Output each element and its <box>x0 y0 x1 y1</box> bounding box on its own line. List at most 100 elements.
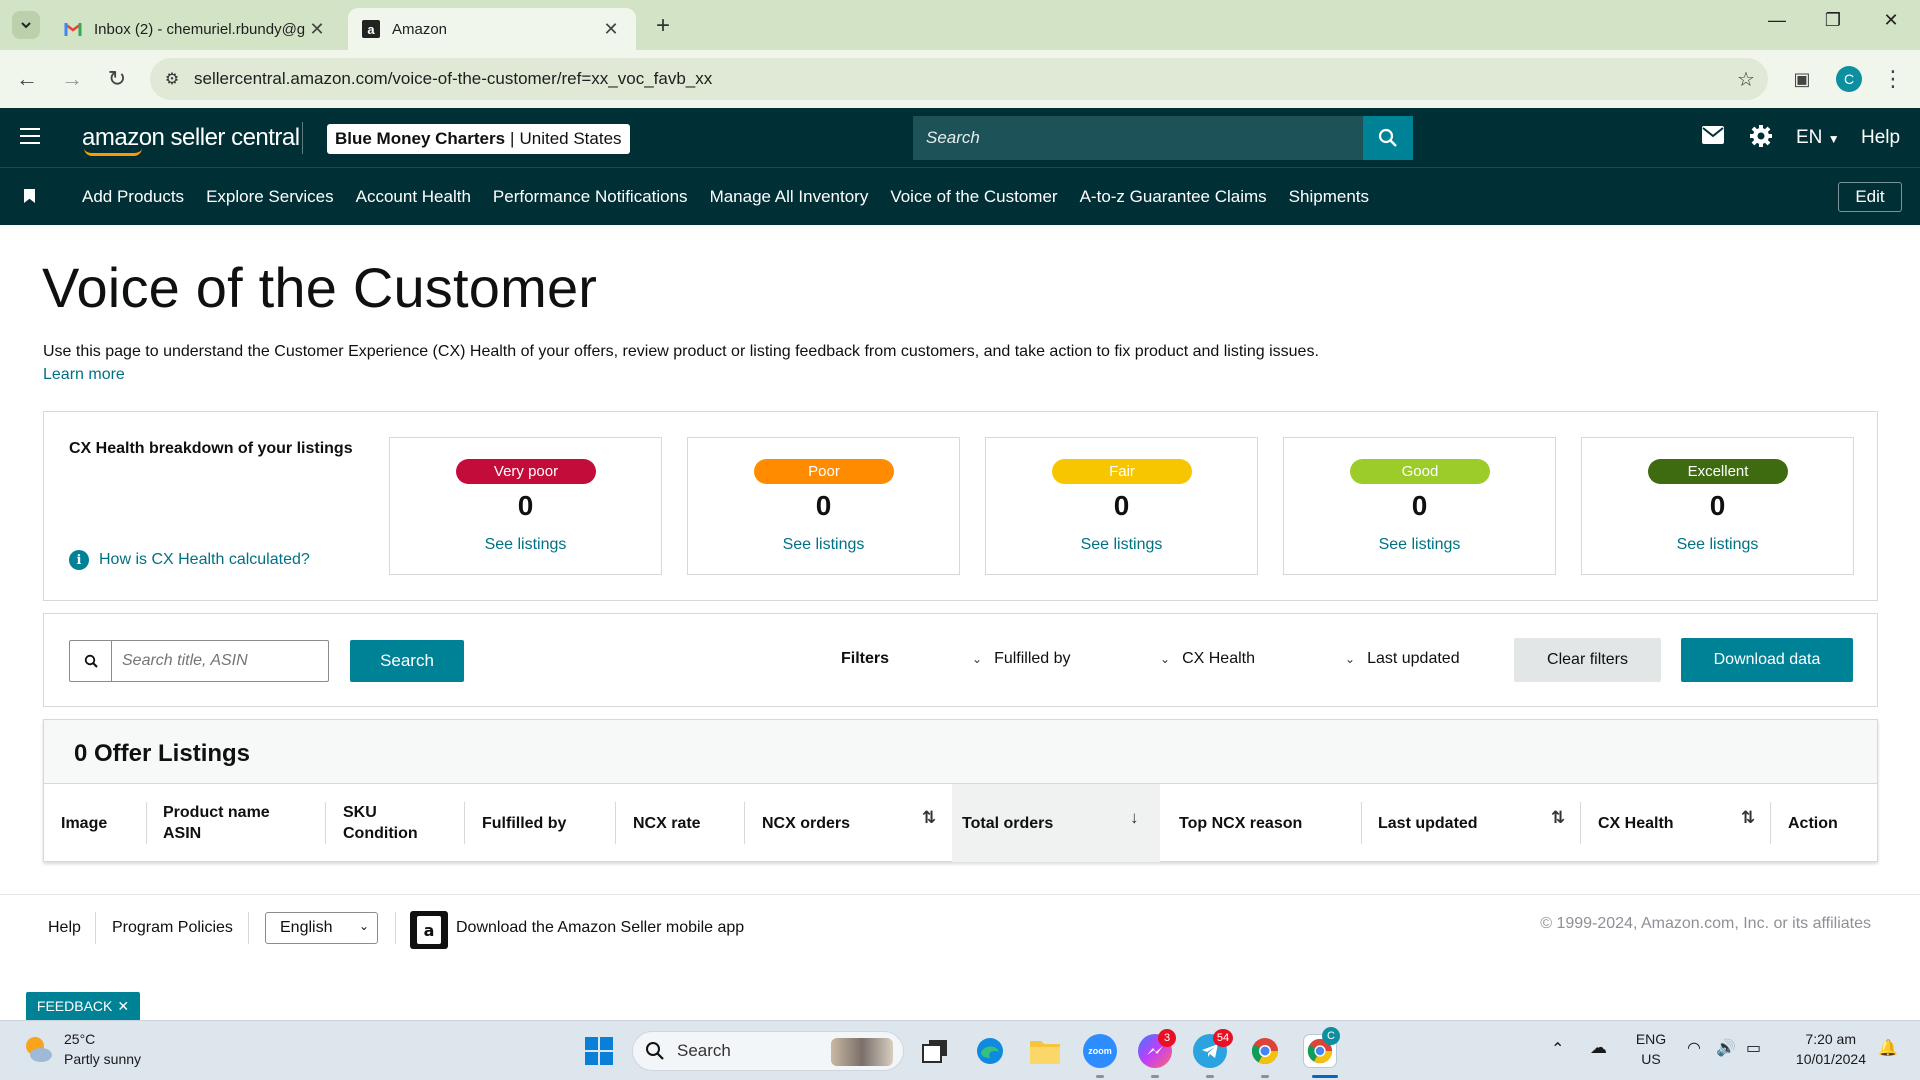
bookmark-icon[interactable] <box>24 189 35 203</box>
browser-menu-icon[interactable]: ⋮ <box>1878 64 1908 94</box>
sort-icon[interactable]: ⇅ <box>1551 808 1565 828</box>
edit-nav-button[interactable]: Edit <box>1838 182 1902 212</box>
sort-icon[interactable]: ⇅ <box>1741 808 1755 828</box>
bookmark-star-icon[interactable]: ☆ <box>1724 67 1768 92</box>
weather-temp[interactable]: 25°C <box>64 1031 95 1047</box>
tab-gmail[interactable]: Inbox (2) - chemuriel.rbundy@g ✕ <box>50 8 342 50</box>
clock-date[interactable]: 10/01/2024 <box>1776 1051 1866 1067</box>
language-selector[interactable]: EN ▼ <box>1796 127 1840 149</box>
side-panel-icon[interactable]: ▣ <box>1787 64 1817 94</box>
cx-health-filter[interactable]: ⌄ CX Health <box>1160 650 1255 668</box>
running-indicator <box>1096 1075 1104 1078</box>
profile-avatar[interactable]: C <box>1836 66 1862 92</box>
close-window-icon[interactable]: ✕ <box>1876 10 1906 31</box>
see-listings-link[interactable]: See listings <box>390 536 661 554</box>
minimize-icon[interactable]: — <box>1762 10 1792 31</box>
tab-search-dropdown[interactable] <box>12 11 40 39</box>
cx-badge: Poor <box>754 459 894 484</box>
profile-badge: C <box>1322 1027 1340 1045</box>
close-tab-icon[interactable]: ✕ <box>306 19 328 40</box>
divider: | <box>510 129 515 148</box>
battery-icon[interactable]: ▭ <box>1746 1038 1761 1058</box>
back-button[interactable]: ← <box>12 64 42 94</box>
cx-count: 0 <box>517 490 534 521</box>
filter-label: Fulfilled by <box>994 650 1071 667</box>
nav-performance-notifications[interactable]: Performance Notifications <box>493 187 688 207</box>
seller-central-logo[interactable]: amazon seller central <box>82 124 300 156</box>
see-listings-link[interactable]: See listings <box>1582 536 1853 554</box>
last-updated-filter[interactable]: ⌄ Last updated <box>1345 650 1460 668</box>
column-header: NCX orders <box>762 814 851 832</box>
col-ncx-orders[interactable]: NCX orders <box>762 784 912 862</box>
nav-explore-services[interactable]: Explore Services <box>206 187 334 207</box>
lang-top[interactable]: ENG <box>1633 1031 1669 1047</box>
footer-language-select[interactable]: English ⌄ <box>265 912 378 944</box>
see-listings-link[interactable]: See listings <box>688 536 959 554</box>
nav-a-to-z-claims[interactable]: A-to-z Guarantee Claims <box>1080 187 1267 207</box>
seller-search-input[interactable]: Search <box>913 116 1363 160</box>
windows-start-icon[interactable] <box>582 1034 616 1068</box>
file-explorer-icon[interactable] <box>1028 1034 1062 1068</box>
feedback-button[interactable]: FEEDBACK ✕ <box>26 992 140 1020</box>
nav-voice-of-the-customer[interactable]: Voice of the Customer <box>890 187 1057 207</box>
onedrive-icon[interactable]: ☁ <box>1590 1038 1607 1058</box>
settings-gear-icon[interactable] <box>1749 124 1773 153</box>
wifi-icon[interactable]: ◠ <box>1687 1038 1701 1058</box>
zoom-app-icon[interactable]: zoom <box>1083 1034 1117 1068</box>
listing-search-input[interactable] <box>112 652 322 670</box>
divider <box>325 802 326 844</box>
download-app-link[interactable]: Download the Amazon Seller mobile app <box>456 919 744 937</box>
help-link[interactable]: Help <box>1861 127 1900 149</box>
nav-account-health[interactable]: Account Health <box>356 187 471 207</box>
omnibox[interactable]: ⚙ sellercentral.amazon.com/voice-of-the-… <box>150 58 1768 100</box>
account-switcher[interactable]: Blue Money Charters | United States <box>327 124 630 154</box>
download-data-button[interactable]: Download data <box>1681 638 1853 682</box>
col-last-updated[interactable]: Last updated <box>1378 784 1528 862</box>
close-icon[interactable]: ✕ <box>117 998 129 1015</box>
task-view-icon[interactable] <box>918 1034 952 1068</box>
notification-badge: 3 <box>1158 1029 1176 1047</box>
lang-bottom[interactable]: US <box>1633 1051 1669 1067</box>
sort-descending-icon[interactable]: ↓ <box>1130 808 1139 828</box>
menu-icon[interactable] <box>20 128 40 144</box>
fulfilled-by-filter[interactable]: ⌄ Fulfilled by <box>972 650 1071 668</box>
volume-icon[interactable]: 🔊 <box>1716 1038 1736 1058</box>
tab-title: Amazon <box>392 20 448 38</box>
new-tab-button[interactable]: + <box>650 12 676 40</box>
notifications-icon[interactable]: 🔔 <box>1878 1038 1898 1058</box>
footer-help-link[interactable]: Help <box>48 919 81 937</box>
see-listings-link[interactable]: See listings <box>986 536 1257 554</box>
col-cx-health[interactable]: CX Health <box>1598 784 1718 862</box>
site-info-icon[interactable]: ⚙ <box>150 69 194 89</box>
divider <box>146 802 147 844</box>
listing-search-button[interactable]: Search <box>350 640 464 682</box>
seller-search-button[interactable] <box>1363 116 1413 160</box>
nav-manage-all-inventory[interactable]: Manage All Inventory <box>710 187 869 207</box>
col-total-orders[interactable]: Total orders <box>952 784 1160 862</box>
tab-amazon[interactable]: a Amazon ✕ <box>348 8 636 50</box>
nav-add-products[interactable]: Add Products <box>82 187 184 207</box>
restore-icon[interactable]: ❐ <box>1818 10 1848 31</box>
sort-icon[interactable]: ⇅ <box>922 808 936 828</box>
close-tab-icon[interactable]: ✕ <box>600 19 622 40</box>
cx-health-help-link[interactable]: i How is CX Health calculated? <box>69 550 310 570</box>
weather-desc[interactable]: Partly sunny <box>64 1051 141 1067</box>
clear-filters-button[interactable]: Clear filters <box>1514 638 1661 682</box>
learn-more-link[interactable]: Learn more <box>43 366 125 384</box>
forward-button[interactable]: → <box>57 64 87 94</box>
taskbar-search[interactable]: Search <box>632 1031 904 1071</box>
chrome-icon[interactable] <box>1248 1034 1282 1068</box>
mail-icon[interactable] <box>1702 126 1724 149</box>
clock-time[interactable]: 7:20 am <box>1776 1031 1856 1047</box>
show-hidden-icons[interactable]: ⌃ <box>1551 1039 1564 1059</box>
divider <box>302 122 303 154</box>
column-header: Fulfilled by <box>482 814 567 832</box>
nav-shipments[interactable]: Shipments <box>1289 187 1369 207</box>
weather-sun-icon[interactable] <box>22 1033 54 1065</box>
url-text[interactable]: sellercentral.amazon.com/voice-of-the-cu… <box>194 69 1724 89</box>
edge-browser-icon[interactable] <box>973 1034 1007 1068</box>
see-listings-link[interactable]: See listings <box>1284 536 1555 554</box>
amazon-seller-app-icon[interactable]: a <box>410 911 448 949</box>
program-policies-link[interactable]: Program Policies <box>112 919 233 937</box>
reload-button[interactable]: ↻ <box>102 64 132 94</box>
